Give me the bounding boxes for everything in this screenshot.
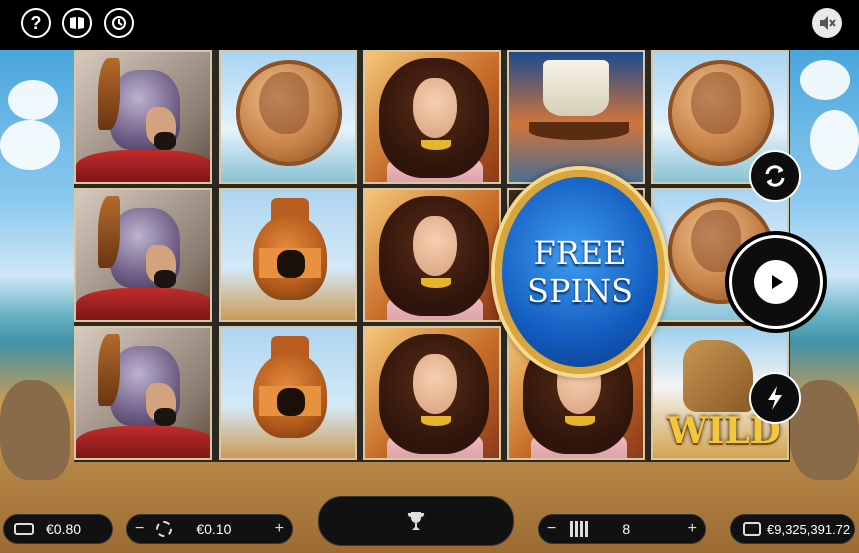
play-icon <box>754 260 798 304</box>
history-clock-icon[interactable] <box>104 8 134 38</box>
symbol-lady <box>363 326 501 460</box>
cloud <box>810 110 859 170</box>
lightning-icon <box>768 386 782 410</box>
symbol-warrior <box>74 188 212 322</box>
symbol-coin <box>219 50 357 184</box>
symbol-vase <box>219 188 357 322</box>
coins-stack-icon <box>14 523 34 535</box>
balance-amount: €9,325,391.72 <box>767 521 851 537</box>
reel-3 <box>363 50 501 462</box>
autoplay-button[interactable] <box>749 150 801 202</box>
game-scene: WILD FREE SPINS <box>0 50 859 553</box>
symbol-lady <box>363 188 501 322</box>
bottom-bar: €0.80 − €0.10 + − 8 + €9,325,391.72 <box>0 496 859 553</box>
bet-plus-button[interactable]: + <box>275 520 284 538</box>
symbol-warrior <box>74 50 212 184</box>
cloud <box>0 120 60 170</box>
win-display: €0.80 <box>3 514 113 544</box>
win-amount: €0.80 <box>46 521 82 537</box>
paytable-book-icon[interactable] <box>62 8 92 38</box>
sound-muted-icon[interactable] <box>812 8 842 38</box>
symbol-vase <box>219 326 357 460</box>
bet-value: €0.10 <box>196 521 232 537</box>
symbol-warrior <box>74 326 212 460</box>
wallet-icon <box>743 522 761 536</box>
bet-minus-button[interactable]: − <box>135 520 144 538</box>
symbol-ship <box>507 50 645 184</box>
grid-icon <box>570 521 589 537</box>
free-spins-line2: SPINS <box>526 272 633 310</box>
cloud <box>8 80 58 120</box>
reel-2 <box>219 50 357 462</box>
trophy-button[interactable] <box>318 496 514 546</box>
lines-control: − 8 + <box>538 514 706 544</box>
reel-1 <box>74 50 212 462</box>
rock <box>0 380 70 480</box>
reel-grid: WILD <box>74 50 790 462</box>
chip-icon <box>156 521 173 537</box>
lines-minus-button[interactable]: − <box>547 520 556 538</box>
free-spins-scatter: FREE SPINS <box>495 170 665 374</box>
turbo-button[interactable] <box>749 372 801 424</box>
trophy-icon <box>407 512 425 530</box>
lines-value: 8 <box>622 521 631 537</box>
balance-display: €9,325,391.72 <box>730 514 855 544</box>
spin-button[interactable] <box>729 235 823 329</box>
refresh-arrows-icon <box>765 165 785 187</box>
symbol-lady <box>363 50 501 184</box>
top-toolbar: ? <box>0 0 859 50</box>
help-icon[interactable]: ? <box>21 8 51 38</box>
bet-control: − €0.10 + <box>126 514 293 544</box>
lines-plus-button[interactable]: + <box>688 520 697 538</box>
cloud <box>800 60 850 100</box>
free-spins-line1: FREE <box>533 234 627 272</box>
